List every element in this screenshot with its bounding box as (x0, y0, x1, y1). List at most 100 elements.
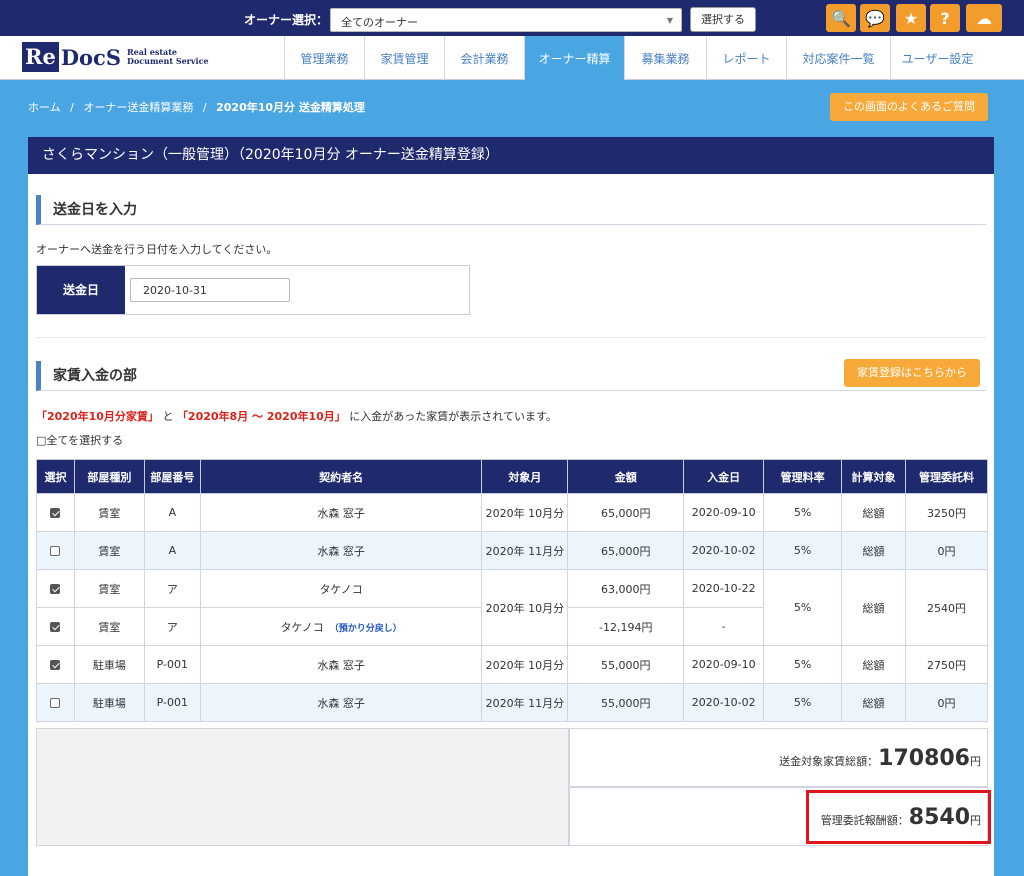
owner-select[interactable]: 全てのオーナー ▼ (330, 8, 682, 32)
nav-item-user-settings[interactable]: ユーザー設定 (890, 36, 984, 80)
th-room-number: 部屋番号 (143, 459, 201, 494)
row-checkbox[interactable] (50, 546, 61, 556)
cell-paid-date: 2020-09-10 (683, 645, 765, 684)
faq-button[interactable]: この画面のよくあるご質問 (830, 93, 988, 121)
cell-calc-target: 総額 (841, 683, 906, 722)
nav-item-rent[interactable]: 家賃管理 (364, 36, 444, 80)
owner-select-label: オーナー選択： (244, 13, 329, 27)
table-row: 賃室 ア タケノコ 2020年 10月分 63,000円 2020-10-22 … (36, 569, 989, 646)
th-room-type: 部屋種別 (73, 459, 145, 494)
th-month: 対象月 (481, 459, 569, 494)
cell-rate: 5% (763, 569, 843, 646)
cloud-icon[interactable]: ☁ (966, 4, 1002, 32)
cell-amount: 65,000円 (567, 493, 685, 532)
cell-contractor: 水森 窓子 (199, 493, 483, 532)
breadcrumb-level1[interactable]: オーナー送金精算業務 (83, 101, 193, 114)
nav-item-accounting[interactable]: 会計業務 (444, 36, 524, 80)
th-contractor: 契約者名 (199, 459, 483, 494)
breadcrumb: ホーム / オーナー送金精算業務 / 2020年10月分 送金精算処理 (28, 99, 365, 115)
nav-item-cases[interactable]: 対応案件一覧 (786, 36, 890, 80)
cell-month: 2020年 10月分 (481, 493, 569, 532)
cell-month: 2020年 11月分 (481, 683, 569, 722)
top-bar: オーナー選択： 全てのオーナー ▼ 選択する 🔍 💬 ★ ? ☁ (0, 0, 1024, 36)
row-checkbox-cell (36, 683, 75, 722)
th-amount: 金額 (567, 459, 685, 494)
star-icon[interactable]: ★ (896, 4, 926, 32)
cell-contractor: タケノコ （預かり分戻し） (199, 607, 483, 646)
cell-paid-date: 2020-10-02 (683, 683, 765, 722)
row-checkbox[interactable] (50, 698, 61, 708)
send-date-input[interactable]: 2020-10-31 (130, 278, 290, 302)
row-checkbox-cell (36, 645, 75, 684)
cell-room-type: 賃室 (73, 531, 145, 570)
logo-subtitle: Real estate Document Service (127, 48, 209, 66)
redocs-logo[interactable]: Re DocS Real estate Document Service (22, 42, 209, 72)
chevron-down-icon: ▼ (666, 16, 673, 25)
cell-room-number: A (143, 531, 201, 570)
rent-register-button[interactable]: 家賃登録はこちらから (844, 359, 980, 387)
th-select: 選択 (36, 459, 75, 494)
row-checkbox[interactable] (50, 584, 61, 594)
cell-fee: 3250円 (904, 493, 989, 532)
cell-amount: 55,000円 (567, 645, 685, 684)
cell-rate: 5% (763, 683, 843, 722)
nav-item-report[interactable]: レポート (706, 36, 786, 80)
row-checkbox[interactable] (50, 508, 61, 518)
search-icon[interactable]: 🔍 (826, 4, 856, 32)
owner-select-value: 全てのオーナー (341, 16, 418, 29)
cell-room-number: P-001 (143, 683, 201, 722)
logo-re: Re (22, 42, 59, 72)
cell-amount: 63,000円 (567, 569, 685, 608)
total-rent-summary: 送金対象家賃総額：170806円 (569, 728, 988, 787)
total-rent-label: 送金対象家賃総額： (779, 755, 879, 768)
rent-description: 「2020年10月分家賃」 と 「2020年8月 ～ 2020年10月」 に入金… (36, 408, 557, 424)
cell-paid-date: 2020-10-02 (683, 531, 765, 570)
cell-calc-target: 総額 (841, 493, 906, 532)
rent-desc-red1: 「2020年10月分家賃」 (36, 410, 159, 423)
cell-room-number: ア (143, 569, 201, 608)
rent-desc-mid: と (162, 410, 174, 423)
select-all-checkbox[interactable]: □全てを選択する (36, 432, 123, 448)
cell-room-type: 賃室 (73, 569, 145, 608)
rent-table: 選択 部屋種別 部屋番号 契約者名 対象月 金額 入金日 管理料率 計算対象 管… (36, 459, 989, 722)
th-rate: 管理料率 (763, 459, 843, 494)
row-checkbox[interactable] (50, 660, 61, 670)
cell-amount: -12,194円 (567, 607, 685, 646)
cell-contractor: 水森 窓子 (199, 683, 483, 722)
row-checkbox-cell (36, 569, 75, 608)
row-checkbox-cell (36, 607, 75, 646)
chat-icon[interactable]: 💬 (860, 4, 890, 32)
summary-spacer (36, 728, 569, 846)
table-row: 駐車場 P-001 水森 窓子 2020年 11月分 55,000円 2020-… (36, 683, 989, 722)
nav-item-recruitment[interactable]: 募集業務 (624, 36, 706, 80)
cell-fee: 2540円 (904, 569, 989, 646)
cell-room-number: P-001 (143, 645, 201, 684)
main-navbar: Re DocS Real estate Document Service 管理業… (0, 36, 1024, 80)
divider (36, 337, 986, 338)
cell-fee: 2750円 (904, 645, 989, 684)
total-rent-value: 170806 (878, 746, 970, 771)
table-header-row: 選択 部屋種別 部屋番号 契約者名 対象月 金額 入金日 管理料率 計算対象 管… (36, 459, 989, 494)
owner-select-button[interactable]: 選択する (690, 7, 756, 32)
breadcrumb-current: 2020年10月分 送金精算処理 (216, 101, 365, 114)
th-paid-date: 入金日 (683, 459, 765, 494)
cell-rate: 5% (763, 645, 843, 684)
logo-sub2: Document Service (127, 56, 209, 66)
row-checkbox[interactable] (50, 622, 61, 632)
breadcrumb-sep: / (70, 101, 74, 114)
cell-month: 2020年 11月分 (481, 531, 569, 570)
cell-paid-date: 2020-10-22 (683, 569, 765, 608)
help-icon[interactable]: ? (930, 4, 960, 32)
cell-contractor: 水森 窓子 (199, 645, 483, 684)
cell-month: 2020年 10月分 (481, 645, 569, 684)
cell-month: 2020年 10月分 (481, 569, 569, 646)
nav-item-owner-settlement[interactable]: オーナー精算 (524, 36, 624, 80)
cell-amount: 55,000円 (567, 683, 685, 722)
main-panel: さくらマンション（一般管理）（2020年10月分 オーナー送金精算登録） 送金日… (28, 137, 994, 876)
fee-highlight-box (806, 790, 991, 844)
cell-room-type: 賃室 (73, 607, 145, 646)
breadcrumb-home[interactable]: ホーム (28, 101, 61, 114)
nav-item-management[interactable]: 管理業務 (284, 36, 364, 80)
cell-amount: 65,000円 (567, 531, 685, 570)
send-date-label: 送金日 (37, 266, 125, 314)
